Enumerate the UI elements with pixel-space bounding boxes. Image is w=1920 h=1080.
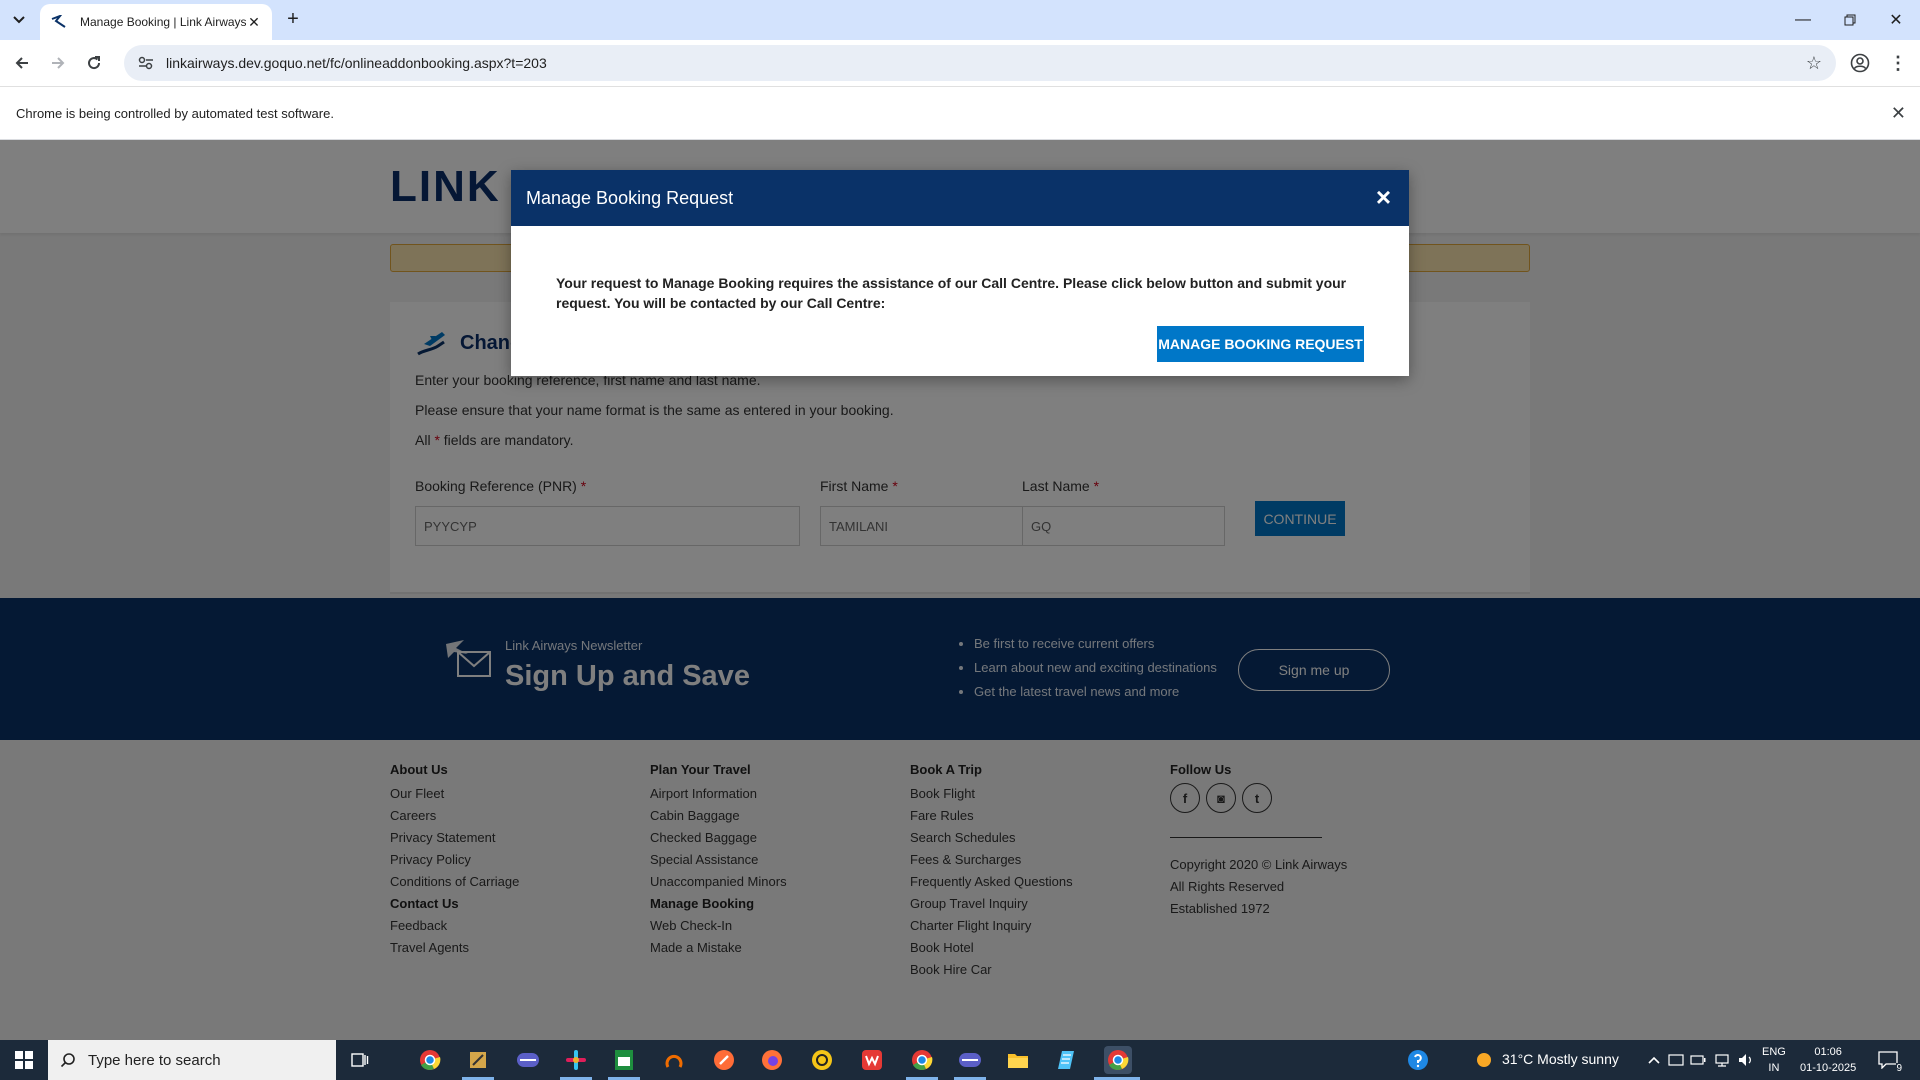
search-icon	[60, 1053, 75, 1068]
start-button[interactable]	[0, 1040, 48, 1080]
search-placeholder: Type here to search	[88, 1051, 221, 1069]
weather-text[interactable]: 31°C Mostly sunny	[1502, 1051, 1619, 1067]
back-button[interactable]	[8, 49, 36, 77]
input-language[interactable]: ENG IN	[1762, 1044, 1786, 1076]
help-icon[interactable]	[1404, 1046, 1432, 1074]
close-window-button[interactable]: ✕	[1873, 6, 1919, 34]
restore-button[interactable]	[1827, 6, 1873, 34]
link-airways-favicon-icon	[50, 13, 68, 31]
file-explorer-icon[interactable]	[1004, 1046, 1032, 1074]
app-icon-purple[interactable]	[514, 1046, 542, 1074]
lang-line-1: ENG	[1762, 1046, 1786, 1058]
browser-menu-icon[interactable]: ⋮	[1884, 49, 1912, 77]
modal-header: Manage Booking Request ×	[511, 170, 1409, 226]
modal-title: Manage Booking Request	[526, 187, 734, 208]
clock[interactable]: 01:06 01-10-2025	[1800, 1044, 1856, 1076]
address-bar[interactable]: linkairways.dev.goquo.net/fc/onlineaddon…	[124, 45, 1836, 81]
site-info-icon[interactable]	[134, 51, 158, 75]
windows-logo-icon	[15, 1051, 33, 1069]
forward-arrow-icon	[52, 57, 65, 69]
profile-icon	[1850, 53, 1870, 73]
tab-close-icon[interactable]: ✕	[246, 14, 262, 31]
modal-message: Your request to Manage Booking requires …	[556, 275, 1347, 311]
infobar-text: Chrome is being controlled by automated …	[16, 105, 334, 121]
postman-like-icon[interactable]	[660, 1046, 688, 1074]
automation-infobar: Chrome is being controlled by automated …	[0, 86, 1920, 140]
minimize-button[interactable]: —	[1780, 6, 1826, 34]
bookmark-star-icon[interactable]: ☆	[1800, 49, 1828, 77]
chrome-profile-icon[interactable]	[908, 1046, 936, 1074]
tab-search-button[interactable]	[6, 8, 32, 32]
manage-booking-request-modal: Manage Booking Request × Your request to…	[511, 170, 1409, 376]
notepad-icon[interactable]	[1054, 1046, 1082, 1074]
new-tab-button[interactable]: +	[282, 9, 304, 31]
clock-date: 01-10-2025	[1800, 1062, 1857, 1074]
windows-taskbar: Type here to search 31°C Mostly sunny EN…	[0, 1040, 1920, 1080]
chrome-active-icon[interactable]	[1104, 1046, 1132, 1074]
sheets-icon[interactable]	[610, 1046, 638, 1074]
app-icon-purple-2[interactable]	[956, 1046, 984, 1074]
clock-time: 01:06	[1814, 1046, 1842, 1058]
chrome-icon[interactable]	[416, 1046, 444, 1074]
lang-line-2: IN	[1768, 1062, 1780, 1074]
tab-strip: Manage Booking | Link Airways ✕ + — ✕	[0, 0, 1920, 40]
notification-count: 9	[1896, 1063, 1902, 1074]
notifications-icon[interactable]: 9	[1874, 1046, 1902, 1074]
taskbar-search-box[interactable]: Type here to search	[48, 1040, 336, 1080]
manage-booking-request-button[interactable]: MANAGE BOOKING REQUEST	[1157, 326, 1364, 362]
chevron-down-icon	[13, 16, 25, 24]
task-view-icon[interactable]	[346, 1046, 374, 1074]
url-text: linkairways.dev.goquo.net/fc/onlineaddon…	[166, 55, 547, 71]
modal-close-icon[interactable]: ×	[1376, 182, 1391, 213]
volume-icon[interactable]	[1732, 1046, 1760, 1074]
browser-tab[interactable]: Manage Booking | Link Airways ✕	[40, 4, 272, 40]
wps-icon[interactable]	[858, 1046, 886, 1074]
app-icon-yellow[interactable]	[808, 1046, 836, 1074]
reload-button[interactable]	[80, 49, 108, 77]
weather-sun-icon[interactable]	[1470, 1046, 1498, 1074]
back-arrow-icon	[15, 57, 28, 69]
page-content: LINK a Chang Enter your booking referenc…	[0, 140, 1920, 1040]
profile-button[interactable]	[1846, 49, 1874, 77]
reload-icon	[88, 56, 101, 70]
firefox-icon[interactable]	[758, 1046, 786, 1074]
infobar-close-icon[interactable]: ✕	[1891, 103, 1906, 124]
slack-icon[interactable]	[562, 1046, 590, 1074]
browser-toolbar: linkairways.dev.goquo.net/fc/onlineaddon…	[0, 40, 1920, 86]
postman-icon[interactable]	[710, 1046, 738, 1074]
forward-button[interactable]	[44, 49, 72, 77]
restore-icon	[1844, 14, 1856, 26]
snipping-tool-icon[interactable]	[464, 1046, 492, 1074]
tab-title: Manage Booking | Link Airways	[80, 15, 246, 29]
